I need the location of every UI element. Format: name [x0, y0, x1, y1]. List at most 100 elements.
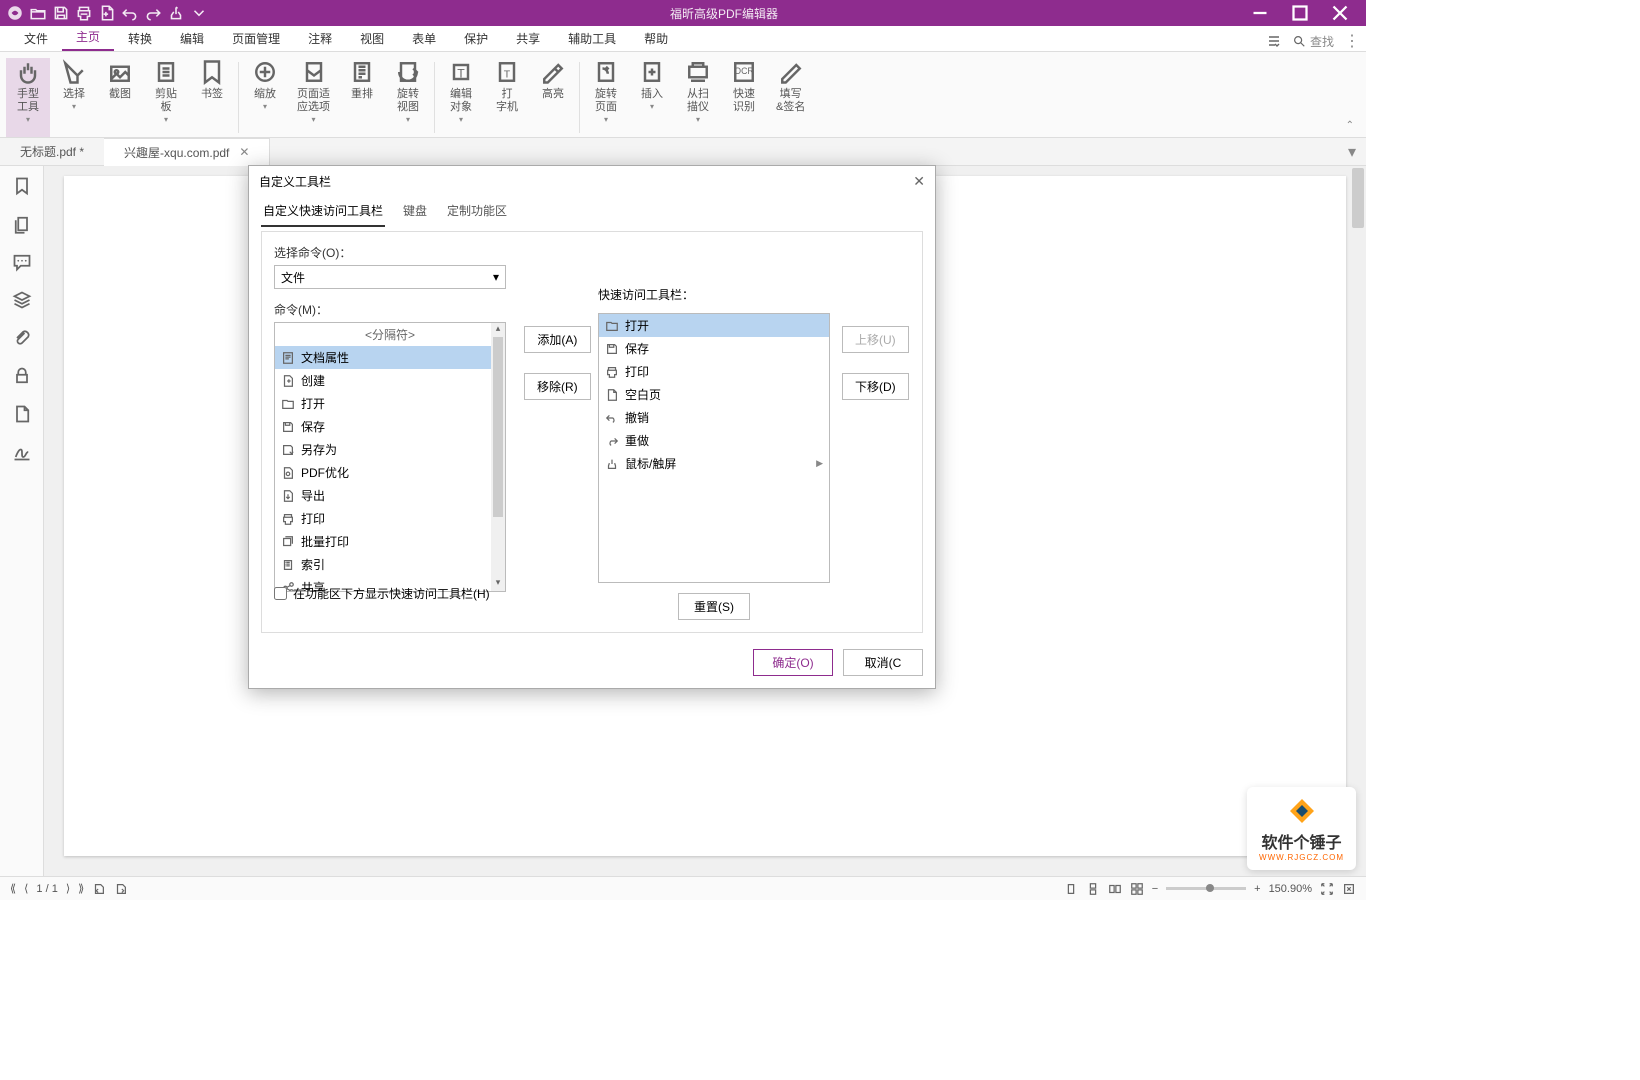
overflow-icon[interactable]: ⋮ — [1344, 31, 1356, 51]
dialog-close-icon[interactable]: ✕ — [913, 173, 925, 190]
list-item[interactable]: 索引 — [275, 553, 505, 576]
zoom-in-icon[interactable]: + — [1254, 883, 1260, 895]
page-indicator[interactable]: 1 / 1 — [36, 883, 57, 895]
cancel-button[interactable]: 取消(C — [843, 649, 923, 676]
ribbon-collapse-icon[interactable]: ⌃ — [1340, 114, 1360, 137]
blank-page-icon[interactable] — [98, 4, 116, 22]
nav-forward-icon[interactable] — [114, 882, 128, 896]
list-item[interactable]: 重做 — [599, 429, 829, 452]
ribbon-button[interactable]: 旋转 视图▾ — [386, 58, 430, 137]
tabs-dropdown-icon[interactable]: ▾ — [1338, 142, 1366, 162]
ribbon-button[interactable]: 截图 — [98, 58, 142, 137]
qat-dropdown-icon[interactable] — [190, 4, 208, 22]
move-down-button[interactable]: 下移(D) — [842, 373, 909, 400]
menu-tab[interactable]: 注释 — [294, 26, 346, 51]
ribbon-button[interactable]: 书签 — [190, 58, 234, 137]
list-item[interactable]: 另存为▶ — [275, 438, 505, 461]
ribbon-button[interactable]: 重排 — [340, 58, 384, 137]
list-item[interactable]: 保存 — [275, 415, 505, 438]
list-item[interactable]: 创建▶ — [275, 369, 505, 392]
vertical-scrollbar[interactable] — [1350, 166, 1366, 876]
add-button[interactable]: 添加(A) — [524, 326, 591, 353]
list-item[interactable]: 鼠标/触屏▶ — [599, 452, 829, 475]
ribbon-button[interactable]: 选择▾ — [52, 58, 96, 137]
list-item[interactable]: 撤销 — [599, 406, 829, 429]
list-item[interactable]: PDF优化▶ — [275, 461, 505, 484]
menu-tab[interactable]: 页面管理 — [218, 26, 294, 51]
first-page-icon[interactable]: ⟪ — [10, 882, 16, 895]
view-facing-continuous-icon[interactable] — [1130, 882, 1144, 896]
ribbon-button[interactable]: 从扫 描仪▾ — [676, 58, 720, 137]
next-page-icon[interactable]: ⟩ — [66, 882, 70, 895]
menu-tab[interactable]: 文件 — [10, 26, 62, 51]
signature-icon[interactable] — [12, 442, 32, 462]
list-item[interactable]: <分隔符> — [275, 323, 505, 346]
ok-button[interactable]: 确定(O) — [753, 649, 833, 676]
menu-tab[interactable]: 保护 — [450, 26, 502, 51]
zoom-value[interactable]: 150.90% — [1269, 883, 1312, 895]
remove-button[interactable]: 移除(R) — [524, 373, 591, 400]
open-icon[interactable] — [29, 4, 47, 22]
maximize-button[interactable] — [1280, 0, 1320, 26]
touch-icon[interactable] — [167, 4, 185, 22]
commands-listbox[interactable]: <分隔符>文档属性▶创建▶打开▶保存另存为▶PDF优化▶导出▶打印批量打印索引共… — [274, 322, 506, 592]
menu-tab[interactable]: 表单 — [398, 26, 450, 51]
pages-icon[interactable] — [12, 214, 32, 234]
category-combo[interactable]: 文件 ▾ — [274, 265, 506, 289]
ribbon-button[interactable]: OCR快速 识别 — [722, 58, 766, 137]
document-tab[interactable]: 无标题.pdf * — [0, 138, 104, 165]
layers-icon[interactable] — [12, 290, 32, 310]
save-icon[interactable] — [52, 4, 70, 22]
menu-tab[interactable]: 帮助 — [630, 26, 682, 51]
attachments-icon[interactable] — [12, 328, 32, 348]
list-item[interactable]: 文档属性▶ — [275, 346, 505, 369]
last-page-icon[interactable]: ⟫ — [78, 882, 84, 895]
ribbon-button[interactable]: 缩放▾ — [243, 58, 287, 137]
dialog-tab[interactable]: 键盘 — [401, 196, 429, 227]
list-item[interactable]: 打印 — [599, 360, 829, 383]
comments-icon[interactable] — [12, 252, 32, 272]
minimize-button[interactable] — [1240, 0, 1280, 26]
prev-page-icon[interactable]: ⟨ — [24, 882, 28, 895]
fullscreen-icon[interactable] — [1342, 882, 1356, 896]
search-box[interactable]: 查找 — [1292, 33, 1334, 50]
list-item[interactable]: 保存 — [599, 337, 829, 360]
view-continuous-icon[interactable] — [1086, 882, 1100, 896]
zoom-out-icon[interactable]: − — [1152, 883, 1158, 895]
list-item[interactable]: 打开▶ — [275, 392, 505, 415]
menu-tab[interactable]: 共享 — [502, 26, 554, 51]
view-single-icon[interactable] — [1064, 882, 1078, 896]
menu-options-icon[interactable] — [1266, 33, 1282, 49]
security-icon[interactable] — [12, 366, 32, 386]
reset-button[interactable]: 重置(S) — [678, 593, 750, 620]
list-item[interactable]: 空白页 — [599, 383, 829, 406]
qat-listbox[interactable]: 打开保存打印空白页撤销重做鼠标/触屏▶ — [598, 313, 830, 583]
nav-back-icon[interactable] — [92, 882, 106, 896]
fit-width-icon[interactable] — [1320, 882, 1334, 896]
dialog-tab[interactable]: 定制功能区 — [445, 196, 509, 227]
ribbon-button[interactable]: 插入▾ — [630, 58, 674, 137]
move-up-button[interactable]: 上移(U) — [842, 326, 909, 353]
show-below-ribbon-checkbox[interactable] — [274, 587, 287, 600]
ribbon-button[interactable]: 旋转 页面▾ — [584, 58, 628, 137]
document-tab[interactable]: 兴趣屋-xqu.com.pdf✕ — [104, 138, 270, 166]
list-item[interactable]: 批量打印 — [275, 530, 505, 553]
ribbon-button[interactable]: 手型 工具▾ — [6, 58, 50, 137]
menu-tab[interactable]: 转换 — [114, 26, 166, 51]
list-item[interactable]: 导出▶ — [275, 484, 505, 507]
ribbon-button[interactable]: T编辑 对象▾ — [439, 58, 483, 137]
print-icon[interactable] — [75, 4, 93, 22]
ribbon-button[interactable]: 填写 &签名 — [768, 58, 813, 137]
list-item[interactable]: 打印 — [275, 507, 505, 530]
dialog-tab[interactable]: 自定义快速访问工具栏 — [261, 196, 385, 227]
zoom-slider[interactable] — [1166, 887, 1246, 890]
ribbon-button[interactable]: 页面适 应选项▾ — [289, 58, 338, 137]
close-tab-icon[interactable]: ✕ — [239, 145, 249, 159]
file-icon[interactable] — [12, 404, 32, 424]
close-button[interactable] — [1320, 0, 1360, 26]
ribbon-button[interactable]: 高亮 — [531, 58, 575, 137]
dialog-titlebar[interactable]: 自定义工具栏 ✕ — [249, 166, 935, 196]
listbox-scrollbar[interactable]: ▴ ▾ — [491, 323, 505, 591]
redo-icon[interactable] — [144, 4, 162, 22]
menu-tab[interactable]: 辅助工具 — [554, 26, 630, 51]
